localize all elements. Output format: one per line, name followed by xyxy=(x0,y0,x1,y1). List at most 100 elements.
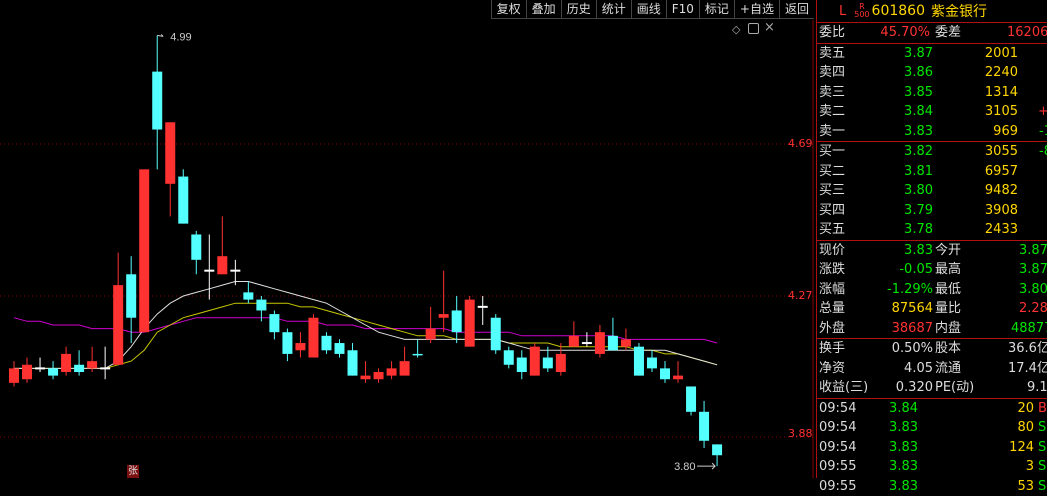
tick-price: 3.84 xyxy=(889,399,918,419)
buy-row[interactable]: 买五3.782433 xyxy=(817,220,1047,240)
buy-orders: 买一3.823055-8 买二3.816957 买三3.809482 买四3.7… xyxy=(817,142,1047,241)
fund-row: 净资4.05流通17.4亿 xyxy=(817,359,1047,379)
fund-row: 换手0.50%股本36.6亿 xyxy=(817,339,1047,359)
tick-time: 09:55 xyxy=(819,457,856,477)
sell-change: +8 xyxy=(1038,102,1047,122)
high-marker-label: 4.99 xyxy=(170,31,191,43)
f10-button[interactable]: F10 xyxy=(666,0,699,19)
candle-body xyxy=(504,350,514,364)
candle-body xyxy=(87,361,97,368)
buy-label: 买一 xyxy=(819,142,845,162)
tick-direction: S xyxy=(1038,418,1046,438)
tick-volume: 20 xyxy=(1017,399,1034,419)
quote-label: 现价 xyxy=(819,241,845,261)
candle-body xyxy=(400,361,410,375)
candle-body xyxy=(387,368,397,375)
statistics-button[interactable]: 统计 xyxy=(596,0,631,19)
tick-volume: 80 xyxy=(1017,418,1034,438)
fund-value: 0.50% xyxy=(892,339,933,359)
candle-body xyxy=(61,354,71,372)
candle-body xyxy=(191,234,201,259)
candle-body xyxy=(217,256,227,274)
buy-label: 买五 xyxy=(819,220,845,240)
fund-value: 9.1 xyxy=(1027,378,1047,398)
candle-body xyxy=(256,300,266,311)
price-axis-label: 4.69 xyxy=(788,137,813,150)
quote-label: 外盘 xyxy=(819,319,845,339)
buy-row[interactable]: 买四3.793908 xyxy=(817,201,1047,221)
quote-row: 外盘38687内盘48877 xyxy=(817,319,1047,339)
sell-volume: 1314 xyxy=(985,83,1018,103)
quote-label: 总量 xyxy=(819,299,845,319)
tick-price: 3.83 xyxy=(889,418,918,438)
quote-label: 今开 xyxy=(935,241,961,261)
tick-price: 3.83 xyxy=(889,477,918,496)
candle-body xyxy=(308,318,318,358)
tick-direction: S xyxy=(1038,477,1046,496)
candle-body xyxy=(165,122,175,184)
quote-label: 涨幅 xyxy=(819,280,845,300)
quote-row: 涨跌-0.05最高3.87 xyxy=(817,260,1047,280)
chart-toolbar: 复权 叠加 历史 统计 画线 F10 标记 +自选 返回 xyxy=(491,0,814,19)
buy-row[interactable]: 买一3.823055-8 xyxy=(817,142,1047,162)
sell-row[interactable]: 卖四3.862240 xyxy=(817,63,1047,83)
diamond-icon[interactable]: ◇ xyxy=(732,23,740,36)
draw-line-button[interactable]: 画线 xyxy=(631,0,666,19)
candle-body xyxy=(9,368,19,382)
tick-row: 09:543.8380S xyxy=(817,418,1047,438)
sell-label: 卖五 xyxy=(819,44,845,64)
tick-list[interactable]: 09:543.8420B 09:543.8380S 09:543.83124S … xyxy=(817,399,1047,496)
fund-row: 收益(三)0.320PE(动)9.1 xyxy=(817,378,1047,398)
back-button[interactable]: 返回 xyxy=(779,0,814,19)
order-diff-value: 16206 xyxy=(1007,23,1047,43)
kline-chart-area[interactable]: 4.993.80 ◇ × 4.69 4.27 3.88 张 xyxy=(0,0,814,478)
candle-body xyxy=(491,318,501,351)
sell-row[interactable]: 卖一3.83969-1 xyxy=(817,122,1047,142)
quote-label: 最低 xyxy=(935,280,961,300)
stock-name: 紫金银行 xyxy=(931,1,987,21)
candle-body xyxy=(699,412,709,441)
quote-label: 量比 xyxy=(935,299,961,319)
quote-value: 87564 xyxy=(892,299,933,319)
close-icon[interactable]: × xyxy=(764,20,775,35)
buy-row[interactable]: 买三3.809482 xyxy=(817,181,1047,201)
tick-volume: 53 xyxy=(1017,477,1034,496)
sell-row[interactable]: 卖五3.872001 xyxy=(817,44,1047,64)
buy-label: 买四 xyxy=(819,201,845,221)
add-watchlist-button[interactable]: +自选 xyxy=(734,0,779,19)
buy-volume: 3908 xyxy=(985,201,1018,221)
window-restore-icon[interactable] xyxy=(748,23,759,34)
buy-volume: 2433 xyxy=(985,220,1018,240)
quote-value: 3.83 xyxy=(904,241,933,261)
candle-body xyxy=(543,358,553,369)
kline-chart[interactable]: 4.993.80 xyxy=(0,0,814,478)
candle-body xyxy=(465,300,475,347)
tick-volume: 124 xyxy=(1009,438,1034,458)
candle-body xyxy=(374,372,384,379)
sell-volume: 969 xyxy=(993,122,1018,142)
quote-row: 涨幅-1.29%最低3.80 xyxy=(817,280,1047,300)
sell-row[interactable]: 卖二3.843105+8 xyxy=(817,102,1047,122)
candle-body xyxy=(517,358,527,372)
buy-volume: 6957 xyxy=(985,162,1018,182)
fund-label: 净资 xyxy=(819,359,845,379)
fund-value: 36.6亿 xyxy=(1008,339,1047,359)
overlay-button[interactable]: 叠加 xyxy=(526,0,561,19)
candle-body xyxy=(660,368,670,379)
sell-row[interactable]: 卖三3.851314 xyxy=(817,83,1047,103)
candle-body xyxy=(712,444,722,455)
sell-label: 卖一 xyxy=(819,122,845,142)
price-axis-label: 4.27 xyxy=(788,289,813,302)
fundamentals: 换手0.50%股本36.6亿 净资4.05流通17.4亿 收益(三)0.320P… xyxy=(817,339,1047,399)
buy-row[interactable]: 买二3.816957 xyxy=(817,162,1047,182)
restore-rights-button[interactable]: 复权 xyxy=(491,0,526,19)
mark-button[interactable]: 标记 xyxy=(699,0,734,19)
candle-body xyxy=(321,336,331,350)
quote-value: 3.80 xyxy=(1019,280,1047,300)
stock-type-mark: L xyxy=(839,4,846,19)
sell-price: 3.83 xyxy=(904,122,933,142)
quote-label: 涨跌 xyxy=(819,260,845,280)
history-button[interactable]: 历史 xyxy=(561,0,596,19)
sell-price: 3.85 xyxy=(904,83,933,103)
candle-body xyxy=(647,358,657,369)
